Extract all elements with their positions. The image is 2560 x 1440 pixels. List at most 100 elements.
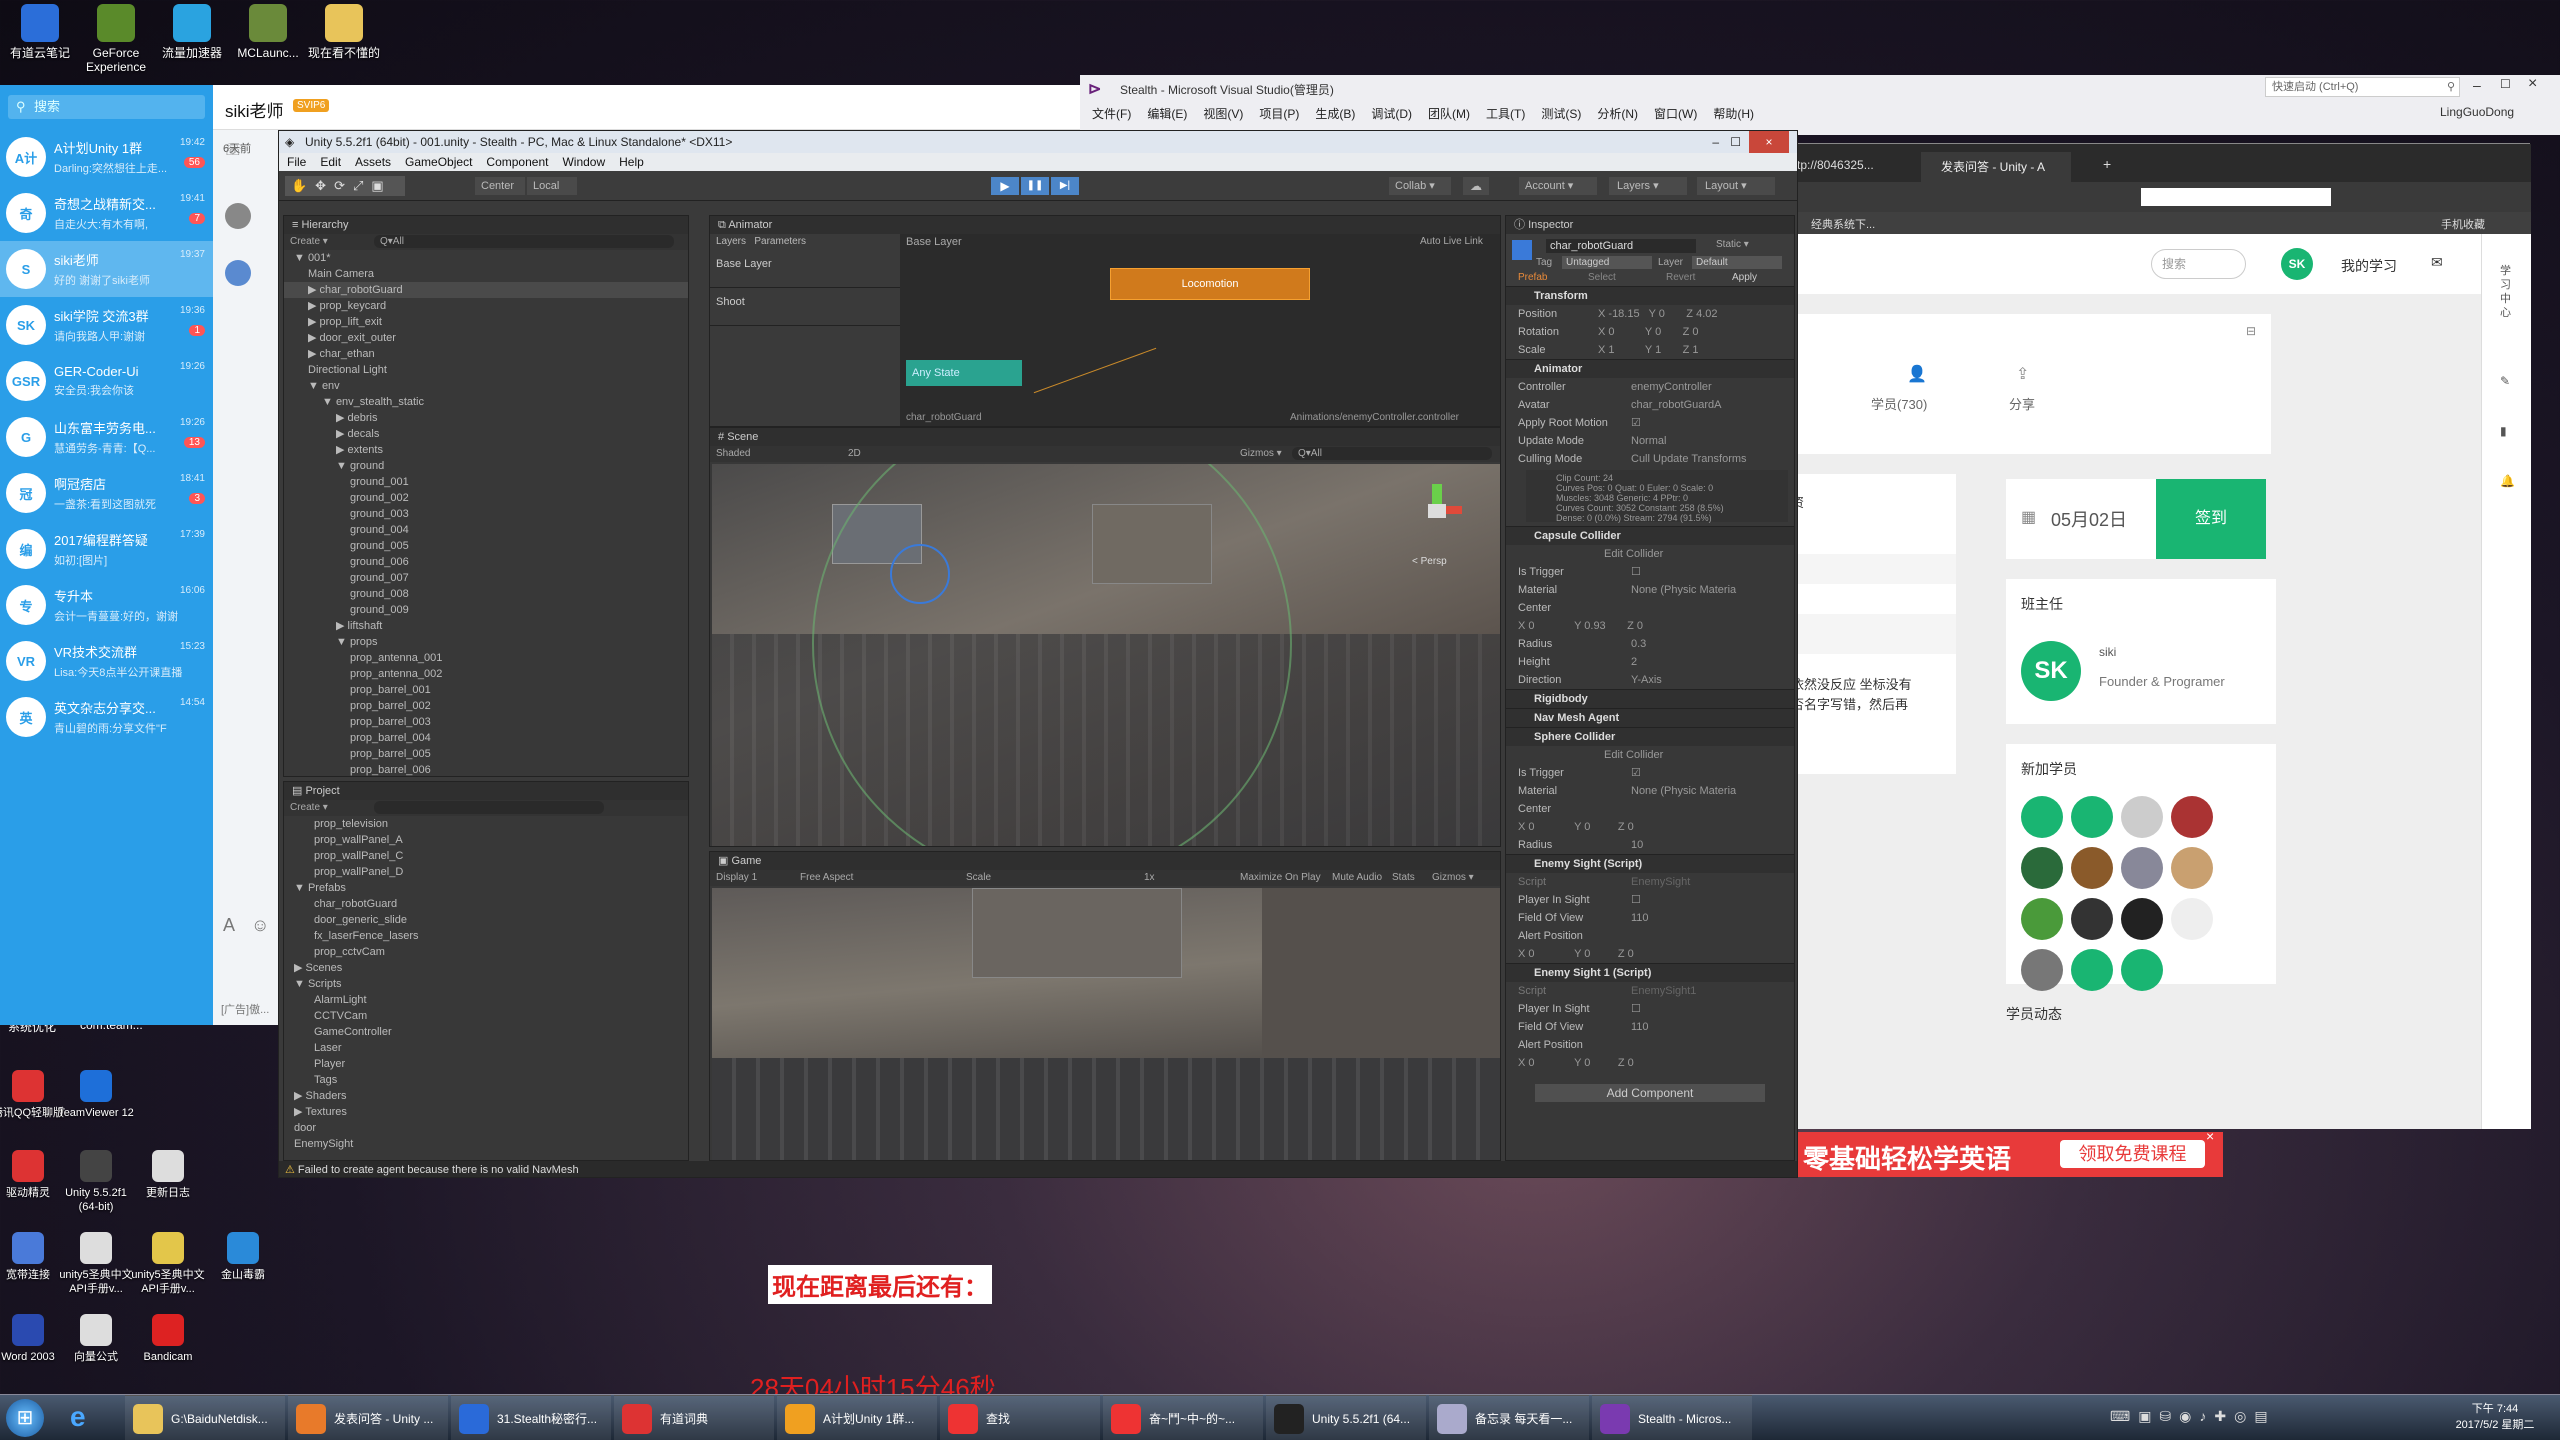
desktop-icon[interactable]: Unity 5.5.2f1 (64-bit) — [58, 1150, 134, 1214]
2d-toggle[interactable]: 2D — [848, 446, 861, 462]
is-trigger-checkbox[interactable]: ☐ — [1631, 563, 1641, 581]
mute-audio[interactable]: Mute Audio — [1332, 870, 1382, 886]
game-gizmos[interactable]: Gizmos ▾ — [1432, 870, 1474, 886]
desktop-icon[interactable]: unity5圣典中文API手册v... — [130, 1232, 206, 1296]
my-study-link[interactable]: 我的学习 — [2341, 256, 2397, 276]
animator-layer[interactable]: Shoot — [710, 288, 900, 326]
rigidbody-header[interactable]: Rigidbody — [1506, 689, 1794, 708]
project-item[interactable]: door — [284, 1120, 688, 1136]
is-trigger-checkbox[interactable]: ☑ — [1631, 764, 1641, 782]
vs-quick-launch[interactable]: 快速启动 (Ctrl+Q) ⚲ — [2265, 77, 2460, 97]
book-icon[interactable]: ▮ — [2500, 424, 2507, 438]
hierarchy-item[interactable]: ground_008 — [284, 586, 688, 602]
player-in-sight-checkbox[interactable]: ☐ — [1631, 891, 1641, 909]
student-avatar[interactable] — [2071, 949, 2113, 991]
rotation-y[interactable]: 0 — [1655, 326, 1661, 338]
material-field[interactable]: None (Physic Materia — [1631, 782, 1736, 800]
project-item[interactable]: prop_wallPanel_C — [284, 848, 688, 864]
student-avatar[interactable] — [2121, 847, 2163, 889]
owner-name[interactable]: siki — [2099, 645, 2116, 659]
enemy-sight-header[interactable]: Enemy Sight (Script) — [1506, 854, 1794, 873]
hierarchy-search-input[interactable]: Q▾All — [374, 235, 674, 248]
edit-icon[interactable]: ✎ — [2500, 374, 2510, 388]
position-y[interactable]: 0 — [1659, 308, 1665, 320]
student-avatar[interactable] — [2071, 796, 2113, 838]
bookmark-item[interactable]: 经典系统下... — [1811, 216, 1875, 232]
site-logo[interactable]: SK — [2281, 248, 2313, 280]
hierarchy-item[interactable]: ▼ props — [284, 634, 688, 650]
student-avatar[interactable] — [2021, 898, 2063, 940]
taskbar-button[interactable]: 有道词典 — [614, 1395, 774, 1440]
phone-icon[interactable]: ☏ — [223, 140, 243, 160]
auto-live-link[interactable]: Auto Live Link — [1420, 236, 1483, 247]
vs-menu-item[interactable]: 测试(S) — [1541, 105, 1581, 122]
close-icon[interactable]: × — [2528, 75, 2537, 93]
desktop-icon[interactable]: 驱动精灵 — [0, 1150, 66, 1200]
fov-field[interactable]: 110 — [1631, 909, 1649, 927]
student-avatar[interactable] — [2121, 949, 2163, 991]
hierarchy-item[interactable]: ground_004 — [284, 522, 688, 538]
ad-button[interactable]: 领取免费课程 — [2060, 1140, 2205, 1168]
vs-menu-item[interactable]: 团队(M) — [1428, 105, 1470, 122]
taskbar-button[interactable]: A计划Unity 1群... — [777, 1395, 937, 1440]
chat-item[interactable]: SK siki学院 交流3群 请向我路人甲:谢谢 19:36 1 — [0, 297, 213, 353]
project-item[interactable]: ▼ Scripts — [284, 976, 688, 992]
scene-view[interactable]: < Persp — [712, 464, 1500, 846]
student-avatar[interactable] — [2171, 898, 2213, 940]
center-x[interactable]: 0 — [1528, 821, 1534, 833]
desktop-icon[interactable]: 现在看不懂的 — [299, 4, 389, 60]
ad-banner[interactable]: 零基础轻松学英语 领取免费课程 × — [1798, 1128, 2223, 1177]
unity-menu-item[interactable]: Window — [562, 153, 605, 171]
hierarchy-item[interactable]: ground_007 — [284, 570, 688, 586]
alert-x[interactable]: 0 — [1528, 948, 1534, 960]
project-item[interactable]: door_generic_slide — [284, 912, 688, 928]
alert-y[interactable]: 0 — [1584, 948, 1590, 960]
project-item[interactable]: prop_television — [284, 816, 688, 832]
hierarchy-item[interactable]: prop_antenna_001 — [284, 650, 688, 666]
navmesh-header[interactable]: Nav Mesh Agent — [1506, 708, 1794, 727]
desktop-icon[interactable]: unity5圣典中文API手册v... — [58, 1232, 134, 1296]
project-item[interactable]: Tags — [284, 1072, 688, 1088]
pivot-local-toggle[interactable]: Local — [527, 177, 577, 195]
hierarchy-item[interactable]: ▶ debris — [284, 410, 688, 426]
hierarchy-item[interactable]: ▶ door_exit_outer — [284, 330, 688, 346]
vs-menu-item[interactable]: 调试(D) — [1371, 105, 1412, 122]
taskbar-button[interactable]: 查找 — [940, 1395, 1100, 1440]
hierarchy-item[interactable]: prop_barrel_002 — [284, 698, 688, 714]
expand-icon[interactable]: ⊟ — [2246, 324, 2256, 338]
chat-item[interactable]: A计 A计划Unity 1群 Darling:突然想往上走... 19:42 56 — [0, 129, 213, 185]
unity-menu-item[interactable]: Assets — [355, 153, 391, 171]
center-x[interactable]: 0 — [1528, 620, 1534, 632]
animator-tab[interactable]: ⧉ Animator — [710, 216, 1500, 234]
hierarchy-item[interactable]: ground_009 — [284, 602, 688, 618]
stats-toggle[interactable]: Stats — [1392, 870, 1415, 886]
desktop-icon[interactable]: TeamViewer 12 — [58, 1070, 134, 1120]
radius-field[interactable]: 0.3 — [1631, 635, 1646, 653]
sphere-collider-header[interactable]: Sphere Collider — [1506, 727, 1794, 746]
project-item[interactable]: prop_cctvCam — [284, 944, 688, 960]
root-motion-checkbox[interactable]: ☑ — [1631, 414, 1641, 432]
persp-label[interactable]: < Persp — [1412, 556, 1447, 567]
project-item[interactable]: prop_wallPanel_A — [284, 832, 688, 848]
static-toggle[interactable]: Static ▾ — [1716, 239, 1749, 250]
fov-field[interactable]: 110 — [1631, 1018, 1649, 1036]
pivot-center-toggle[interactable]: Center — [475, 177, 525, 195]
vs-menu-item[interactable]: 窗口(W) — [1654, 105, 1697, 122]
hierarchy-item[interactable]: ground_001 — [284, 474, 688, 490]
transform-tools[interactable]: ✋✥⟳⤢▣ — [285, 176, 405, 196]
project-tab[interactable]: ▤ Project — [284, 782, 688, 800]
chat-item[interactable]: Ssiki老师 好的 谢谢了siki老师 19:37 — [0, 241, 213, 297]
layer-dropdown[interactable]: Default — [1692, 256, 1782, 269]
cloud-icon[interactable]: ☁ — [1463, 177, 1489, 195]
taskbar-button[interactable]: Stealth - Micros... — [1592, 1395, 1752, 1440]
scene-gizmos[interactable]: Gizmos ▾ — [1240, 446, 1282, 462]
owner-avatar[interactable]: SK — [2021, 641, 2081, 701]
animator-breadcrumb[interactable]: Base Layer — [906, 236, 962, 248]
hierarchy-item[interactable]: ▶ decals — [284, 426, 688, 442]
vs-menu-item[interactable]: 分析(N) — [1597, 105, 1638, 122]
unity-menu-item[interactable]: File — [287, 153, 306, 171]
center-z[interactable]: 0 — [1637, 620, 1643, 632]
clock[interactable]: 下午 7:44 2017/5/2 星期二 — [2440, 1400, 2550, 1432]
tray-icons[interactable]: ⌨▣⛁◉♪✚◎▤ — [2110, 1408, 2276, 1425]
project-item[interactable]: EnemySight — [284, 1136, 688, 1152]
